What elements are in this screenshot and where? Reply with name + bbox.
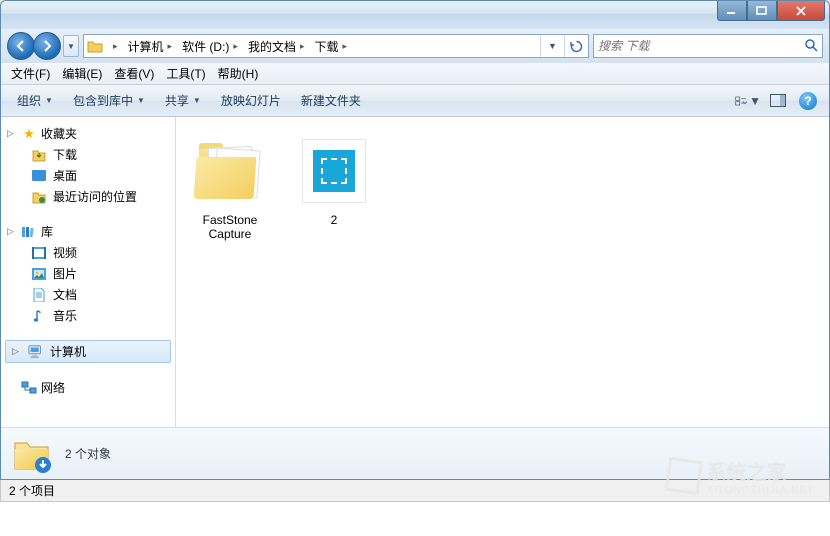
- pictures-icon: [31, 266, 47, 282]
- breadcrumb-label: 我的文档: [248, 38, 296, 55]
- include-library-button[interactable]: 包含到库中▼: [65, 89, 153, 112]
- sidebar-item-label: 桌面: [53, 167, 77, 184]
- menu-file[interactable]: 文件(F): [5, 63, 56, 84]
- search-icon: [804, 38, 818, 55]
- menu-help[interactable]: 帮助(H): [212, 63, 265, 84]
- sidebar-item-label: 下载: [53, 146, 77, 163]
- explorer-window: ▼ ▸ 计算机▸ 软件 (D:)▸ 我的文档▸ 下载▸ ▼: [0, 0, 830, 480]
- breadcrumb-label: 软件 (D:): [182, 38, 229, 55]
- status-text: 2 个项目: [9, 482, 55, 499]
- back-button[interactable]: [7, 32, 35, 60]
- share-button[interactable]: 共享▼: [157, 89, 209, 112]
- items-view[interactable]: FastStone Capture 2: [176, 117, 829, 427]
- organize-button[interactable]: 组织▼: [9, 89, 61, 112]
- network-icon: [21, 380, 37, 396]
- breadcrumb-label: 下载: [314, 38, 338, 55]
- folder-item[interactable]: FastStone Capture: [182, 127, 278, 245]
- menu-bar: 文件(F) 编辑(E) 查看(V) 工具(T) 帮助(H): [1, 63, 829, 85]
- breadcrumb-segment[interactable]: 计算机▸: [125, 35, 180, 57]
- window-controls: [717, 1, 825, 21]
- breadcrumb-segment[interactable]: 下载▸: [311, 35, 354, 57]
- menu-view[interactable]: 查看(V): [108, 63, 160, 84]
- computer-icon: [28, 344, 44, 360]
- sidebar-item-network[interactable]: 网络: [1, 377, 175, 398]
- documents-icon: [31, 287, 47, 303]
- search-input[interactable]: [598, 39, 804, 53]
- new-folder-button[interactable]: 新建文件夹: [293, 89, 369, 112]
- video-icon: [31, 245, 47, 261]
- sidebar-label: 收藏夹: [41, 125, 77, 142]
- music-icon: [31, 308, 47, 324]
- sidebar-item-documents[interactable]: 文档: [1, 284, 175, 305]
- sidebar-group-libraries[interactable]: ▷ 库: [1, 221, 175, 242]
- forward-button[interactable]: [33, 32, 61, 60]
- sidebar-item-downloads[interactable]: 下载: [1, 144, 175, 165]
- preview-pane-button[interactable]: [765, 90, 791, 112]
- folder-icon: [195, 143, 265, 199]
- sidebar-item-label: 视频: [53, 244, 77, 261]
- sidebar-item-label: 图片: [53, 265, 77, 282]
- title-bar: [1, 1, 829, 29]
- breadcrumb-segment[interactable]: 我的文档▸: [245, 35, 312, 57]
- refresh-button[interactable]: [564, 35, 588, 57]
- menu-tools[interactable]: 工具(T): [160, 63, 211, 84]
- history-dropdown[interactable]: ▼: [63, 35, 79, 57]
- command-bar: 组织▼ 包含到库中▼ 共享▼ 放映幻灯片 新建文件夹 ▼ ?: [1, 85, 829, 117]
- item-label: FastStone Capture: [186, 213, 274, 241]
- minimize-button[interactable]: [717, 1, 747, 21]
- navigation-bar: ▼ ▸ 计算机▸ 软件 (D:)▸ 我的文档▸ 下载▸ ▼: [1, 29, 829, 63]
- sidebar-label: 计算机: [50, 343, 86, 360]
- desktop-icon: [31, 168, 47, 184]
- breadcrumb-segment[interactable]: 软件 (D:)▸: [179, 35, 245, 57]
- sidebar-item-label: 音乐: [53, 307, 77, 324]
- status-bar: 2 个项目: [0, 480, 830, 502]
- sidebar-item-computer[interactable]: ▷ 计算机: [5, 340, 171, 363]
- libraries-icon: [21, 224, 37, 240]
- sidebar-item-pictures[interactable]: 图片: [1, 263, 175, 284]
- recent-icon: [31, 189, 47, 205]
- details-pane: 2 个对象: [1, 427, 829, 479]
- sidebar-label: 网络: [41, 379, 65, 396]
- file-icon: [302, 139, 366, 203]
- downloads-icon: [31, 147, 47, 163]
- maximize-button[interactable]: [747, 1, 777, 21]
- folder-icon: [84, 39, 106, 53]
- slideshow-button[interactable]: 放映幻灯片: [213, 89, 289, 112]
- search-box[interactable]: [593, 34, 823, 58]
- sidebar-label: 库: [41, 223, 53, 240]
- help-button[interactable]: ?: [795, 90, 821, 112]
- favorites-icon: ★: [21, 126, 37, 142]
- file-item[interactable]: 2: [286, 127, 382, 231]
- folder-icon: [11, 433, 53, 475]
- sidebar-item-label: 最近访问的位置: [53, 188, 137, 205]
- menu-edit[interactable]: 编辑(E): [56, 63, 108, 84]
- view-options-button[interactable]: ▼: [735, 90, 761, 112]
- address-dropdown[interactable]: ▼: [540, 35, 564, 57]
- sidebar-item-videos[interactable]: 视频: [1, 242, 175, 263]
- details-text: 2 个对象: [65, 445, 111, 462]
- item-label: 2: [331, 213, 338, 227]
- sidebar-item-label: 文档: [53, 286, 77, 303]
- sidebar-group-favorites[interactable]: ▷★ 收藏夹: [1, 123, 175, 144]
- close-button[interactable]: [777, 1, 825, 21]
- navigation-pane: ▷★ 收藏夹 下载 桌面 最近访问的位置: [1, 117, 176, 427]
- sidebar-item-desktop[interactable]: 桌面: [1, 165, 175, 186]
- breadcrumb-root[interactable]: ▸: [106, 35, 125, 57]
- address-bar[interactable]: ▸ 计算机▸ 软件 (D:)▸ 我的文档▸ 下载▸ ▼: [83, 34, 589, 58]
- sidebar-item-recent[interactable]: 最近访问的位置: [1, 186, 175, 207]
- breadcrumb-label: 计算机: [128, 38, 164, 55]
- sidebar-item-music[interactable]: 音乐: [1, 305, 175, 326]
